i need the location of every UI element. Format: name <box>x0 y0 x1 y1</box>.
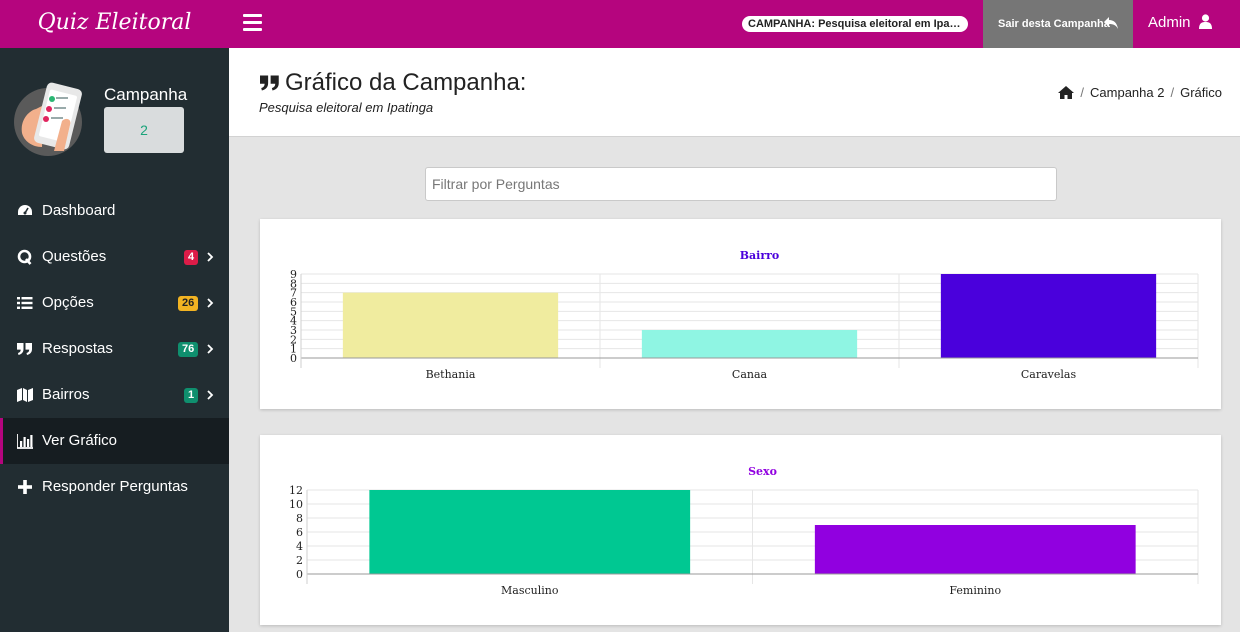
sidebar-item-label: Ver Gráfico <box>42 432 118 449</box>
y-tick-label: 4 <box>296 540 303 553</box>
user-icon <box>1198 14 1212 29</box>
campaign-label: Campanha <box>104 85 188 104</box>
campaign-avatar <box>14 82 82 156</box>
sidebar-item-opcoes[interactable]: Opções 26 <box>0 280 229 326</box>
bar-bethania[interactable] <box>342 292 559 358</box>
top-navbar: Quiz Eleitoral CAMPANHA: Pesquisa eleito… <box>0 0 1240 48</box>
breadcrumb-campaign[interactable]: Campanha 2 <box>1090 85 1164 100</box>
chevron-right-icon <box>207 298 214 308</box>
sidebar-item-dashboard[interactable]: Dashboard <box>0 188 229 234</box>
sidebar-item-bairros[interactable]: Bairros 1 <box>0 372 229 418</box>
sidebar-item-label: Opções <box>42 294 94 311</box>
y-tick-label: 0 <box>296 568 303 581</box>
bar-chart-icon <box>17 434 33 449</box>
exit-campaign-button[interactable]: Sair desta Campanha <box>983 0 1133 48</box>
x-tick-label: Canaa <box>732 368 768 381</box>
sidebar-item-label: Responder Perguntas <box>42 478 188 495</box>
quote-icon <box>17 343 32 355</box>
bairro-bar-chart: Bairro0123456789Bethania Canaa Caravelas <box>290 249 1199 381</box>
plus-icon <box>18 480 32 494</box>
sidebar-item-responder-perguntas[interactable]: Responder Perguntas <box>0 464 229 510</box>
map-icon <box>17 388 33 402</box>
y-tick-label: 10 <box>289 498 303 511</box>
count-badge: 76 <box>178 342 199 357</box>
user-menu[interactable]: Admin <box>1148 0 1212 48</box>
user-name: Admin <box>1148 14 1191 31</box>
y-tick-label: 6 <box>296 526 303 539</box>
y-tick-label: 8 <box>296 512 303 525</box>
count-badge: 4 <box>184 250 199 265</box>
sidebar-menu: Dashboard Questões 4 Opções 26 Respostas… <box>0 188 229 510</box>
list-icon <box>17 297 33 309</box>
bar-masculino[interactable] <box>369 490 691 574</box>
brand-logo[interactable]: Quiz Eleitoral <box>0 0 229 48</box>
current-campaign-badge: CAMPANHA: Pesquisa eleitoral em Ipatinga… <box>742 16 968 32</box>
count-badge: 1 <box>184 388 199 403</box>
y-tick-label: 12 <box>289 484 303 497</box>
question-filter-input[interactable] <box>425 167 1057 201</box>
x-tick-label: Caravelas <box>1021 368 1077 381</box>
bar-feminino[interactable] <box>814 525 1136 574</box>
breadcrumb-current: Gráfico <box>1180 85 1222 100</box>
chevron-right-icon <box>207 344 214 354</box>
sidebar-item-label: Dashboard <box>42 202 116 219</box>
chart-title: Sexo <box>748 465 777 478</box>
y-tick-label: 2 <box>296 554 303 567</box>
count-badge: 26 <box>178 296 199 311</box>
q-icon <box>17 249 32 265</box>
sidebar-item-label: Bairros <box>42 386 90 403</box>
sidebar-item-ver-grafico[interactable]: Ver Gráfico <box>0 418 229 464</box>
page-subtitle: Pesquisa eleitoral em Ipatinga <box>259 100 434 115</box>
dashboard-icon <box>18 205 32 215</box>
chart-title: Bairro <box>740 249 780 262</box>
chart-card-sexo: Sexo 0 2 4 6 8 10 12 Masculino Feminino <box>260 435 1221 625</box>
x-tick-label: Bethania <box>426 368 476 381</box>
x-tick-label: Feminino <box>949 584 1001 597</box>
page-title-text: Gráfico da Campanha: <box>285 69 527 96</box>
reply-icon <box>1104 17 1118 29</box>
content-header: Gráfico da Campanha: Pesquisa eleitoral … <box>229 48 1240 137</box>
exit-campaign-label: Sair desta Campanha <box>998 18 1110 30</box>
chevron-right-icon <box>207 252 214 262</box>
sidebar-item-questoes[interactable]: Questões 4 <box>0 234 229 280</box>
x-tick-label: Masculino <box>501 584 559 597</box>
home-icon[interactable] <box>1058 86 1075 99</box>
quote-icon <box>260 75 279 91</box>
bar-canaa[interactable] <box>641 330 858 358</box>
menu-toggle-icon[interactable] <box>243 14 262 32</box>
breadcrumb: / Campanha 2/Gráfico <box>1058 85 1222 100</box>
campaign-number: 2 <box>104 107 184 153</box>
sidebar-item-respostas[interactable]: Respostas 76 <box>0 326 229 372</box>
page-title: Gráfico da Campanha: <box>259 69 526 97</box>
sidebar-item-label: Respostas <box>42 340 113 357</box>
sidebar: Campanha 2 Dashboard Questões 4 Opções 2… <box>0 48 229 632</box>
bar-caravelas[interactable] <box>940 274 1157 358</box>
chart-card-bairro: Bairro 0 1 2 3 4 5 6 7 8 9 Bethania Canaa Caravelas <box>260 219 1221 409</box>
sidebar-item-label: Questões <box>42 248 107 265</box>
chevron-right-icon <box>207 390 214 400</box>
sexo-bar-chart: Sexo 024681012 Masculino Feminino <box>289 465 1199 597</box>
y-tick-label: 9 <box>290 268 297 281</box>
